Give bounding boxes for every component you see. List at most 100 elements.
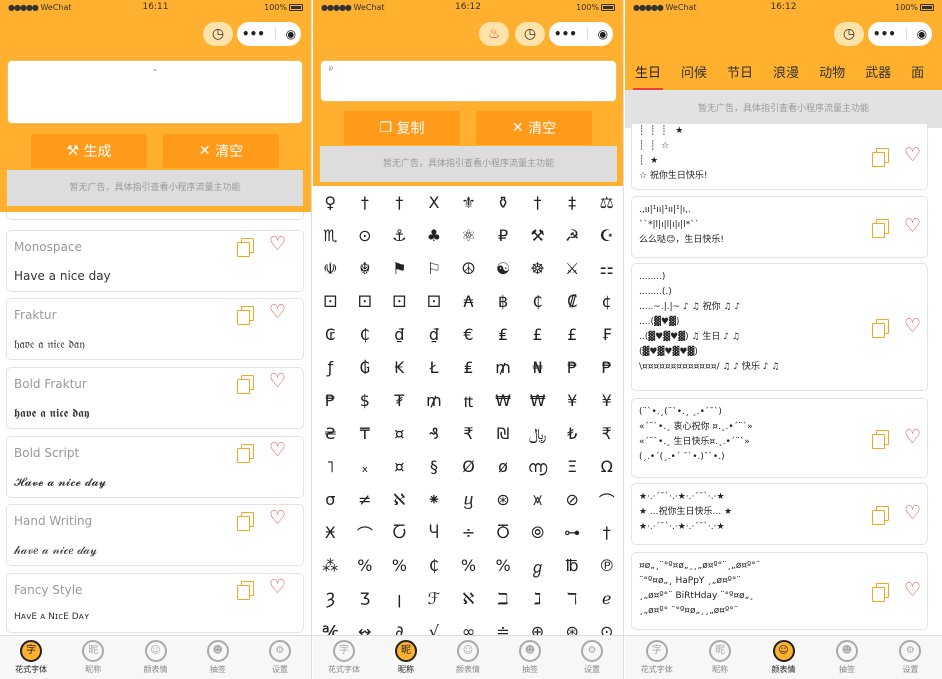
heart-icon[interactable]: ♡	[904, 504, 921, 523]
tab-1[interactable]: 昵昵称	[375, 636, 437, 679]
symbol-cell[interactable]: ÷	[451, 516, 486, 549]
symbol-cell[interactable]: ₲	[348, 351, 383, 384]
symbol-cell[interactable]: Ø	[451, 450, 486, 483]
symbol-cell[interactable]: Ӿ	[313, 516, 348, 549]
tab-3[interactable]: ☻ 抽签	[187, 636, 249, 679]
symbol-cell[interactable]: Ł	[417, 351, 452, 384]
tab-3[interactable]: ☻ 抽签	[815, 636, 878, 679]
symbol-cell[interactable]: ℶ	[486, 582, 521, 615]
symbol-cell[interactable]: ₸	[348, 417, 383, 450]
symbol-cell[interactable]: ₓ	[348, 450, 383, 483]
heart-icon[interactable]: ♡	[904, 428, 921, 447]
symbol-cell[interactable]: Ⴀ	[382, 516, 417, 549]
symbol-cell[interactable]: ⩙	[520, 483, 555, 516]
symbol-cell[interactable]: ₵	[348, 318, 383, 351]
symbol-cell[interactable]: ₩	[486, 384, 521, 417]
symbol-cell[interactable]: ‡	[555, 186, 590, 219]
symbol-cell[interactable]: ⌒	[589, 483, 623, 516]
copy-icon[interactable]	[872, 319, 889, 338]
copy-icon[interactable]	[237, 306, 254, 325]
symbol-cell[interactable]: ℗	[589, 549, 623, 582]
greeting-card[interactable]: ★·.·´¯`·.·★·.·´¯`·.·★ ★ ...祝你生日快乐... ★ ★…	[631, 483, 928, 545]
symbol-cell[interactable]: ₡	[555, 285, 590, 318]
symbol-cell[interactable]: ₫	[382, 318, 417, 351]
heart-icon[interactable]: ♡	[904, 146, 921, 165]
capsule-menu[interactable]: ••• ◉	[237, 22, 301, 46]
symbol-cell[interactable]: ☫	[313, 252, 348, 285]
symbol-cell[interactable]: ₴	[313, 417, 348, 450]
style-card[interactable]: Fancy Style HᴀᴠE ᴀ NɪᴄE Dᴀʏ ♡	[6, 573, 304, 633]
heart-icon[interactable]: ♡	[904, 317, 921, 336]
heart-icon[interactable]: ♡	[904, 581, 921, 600]
symbol-cell[interactable]: ₢	[313, 318, 348, 351]
symbol-cell[interactable]: $	[348, 384, 383, 417]
symbol-cell[interactable]: ₵	[417, 549, 452, 582]
symbol-cell[interactable]: ☬	[348, 252, 383, 285]
symbol-cell[interactable]: ₶	[451, 384, 486, 417]
symbol-cell[interactable]: ₱	[589, 351, 623, 384]
symbol-cell[interactable]: ℱ	[417, 582, 452, 615]
symbol-cell[interactable]: ⊶	[555, 516, 590, 549]
symbol-cell[interactable]: ₦	[520, 351, 555, 384]
more-icon[interactable]: •••	[242, 27, 265, 41]
copy-button[interactable]: ❐ 复制	[344, 111, 460, 145]
symbol-cell[interactable]: ℵ	[451, 582, 486, 615]
symbol-cell[interactable]: ⊛	[486, 483, 521, 516]
heart-icon[interactable]: ♡	[269, 578, 286, 597]
symbol-cell[interactable]: ⌒	[348, 516, 383, 549]
nickname-input[interactable]: ᵖ	[320, 60, 617, 102]
symbol-cell[interactable]: Ȝ	[313, 582, 348, 615]
symbol-cell[interactable]: ₭	[382, 351, 417, 384]
copy-icon[interactable]	[237, 581, 254, 600]
tab-0[interactable]: 字花式字体	[625, 636, 688, 679]
category-tab[interactable]: 问候	[671, 52, 717, 90]
symbol-cell[interactable]: ﷼	[520, 417, 555, 450]
tab-2[interactable]: ☺ 颜表情	[437, 636, 499, 679]
clear-button[interactable]: ✕ 清空	[476, 111, 592, 145]
symbol-cell[interactable]: £	[520, 318, 555, 351]
symbol-cell[interactable]: ☯	[486, 252, 521, 285]
symbol-cell[interactable]: Ʒ	[348, 582, 383, 615]
symbol-cell[interactable]: ₥	[486, 351, 521, 384]
symbol-cell[interactable]: ⊙	[348, 219, 383, 252]
symbol-cell[interactable]: ¢	[589, 285, 623, 318]
symbol-cell[interactable]: Ⴗ	[417, 516, 452, 549]
tab-0[interactable]: 字花式字体	[0, 636, 62, 679]
clear-button[interactable]: ✕ 清空	[163, 134, 279, 168]
symbol-cell[interactable]: ℵ	[382, 483, 417, 516]
symbol-cell[interactable]: ₹	[589, 417, 623, 450]
symbol-cell[interactable]: %	[486, 549, 521, 582]
symbol-cell[interactable]: ⊘	[555, 483, 590, 516]
symbol-cell[interactable]: ₪	[486, 417, 521, 450]
text-input[interactable]: -	[7, 60, 303, 124]
close-icon[interactable]: ◉	[917, 27, 927, 41]
category-tab[interactable]: 生日	[625, 52, 671, 90]
tab-0[interactable]: 字花式字体	[313, 636, 375, 679]
category-tab[interactable]: 节日	[717, 52, 763, 90]
symbol-cell[interactable]: Ω	[589, 450, 623, 483]
capsule-menu[interactable]: ••• ◉	[549, 22, 613, 46]
tab-4[interactable]: ⚙ 设置	[561, 636, 623, 679]
symbol-cell[interactable]: †	[520, 186, 555, 219]
symbol-cell[interactable]: ₩	[520, 384, 555, 417]
greeting-card[interactable]: ........) ........(.) .....~.|.|~ ♪ ♫ 祝你…	[631, 263, 928, 391]
symbol-cell[interactable]: ⚑	[382, 252, 417, 285]
copy-icon[interactable]	[237, 238, 254, 257]
heart-icon[interactable]: ♡	[269, 235, 286, 254]
heart-icon[interactable]: ♡	[269, 441, 286, 460]
symbol-cell[interactable]: ₥	[417, 384, 452, 417]
symbol-cell[interactable]: ₵	[520, 285, 555, 318]
copy-icon[interactable]	[872, 430, 889, 449]
copy-icon[interactable]	[872, 506, 889, 525]
symbol-cell[interactable]: ⴁ	[451, 483, 486, 516]
history-icon[interactable]: ◷	[515, 22, 545, 46]
symbol-cell[interactable]: †	[589, 516, 623, 549]
symbol-cell[interactable]: ₰	[417, 417, 452, 450]
symbol-cell[interactable]: ☸	[520, 252, 555, 285]
greeting-card[interactable]: ┊ ┊ ┊ ★ ┊ ┊ ☆ ┊ ★ ☆ 祝你生日快乐! ♡	[631, 124, 928, 190]
tab-4[interactable]: ⚙ 设置	[249, 636, 311, 679]
symbol-cell[interactable]: ⚀	[417, 285, 452, 318]
symbol-cell[interactable]: ˥	[313, 450, 348, 483]
capsule-menu[interactable]: ••• ◉	[868, 22, 932, 46]
style-card[interactable]: Fraktur 𝔥𝔞𝔳𝔢 𝔞 𝔫𝔦𝔠𝔢 𝔡𝔞𝔶 ♡	[6, 298, 304, 360]
